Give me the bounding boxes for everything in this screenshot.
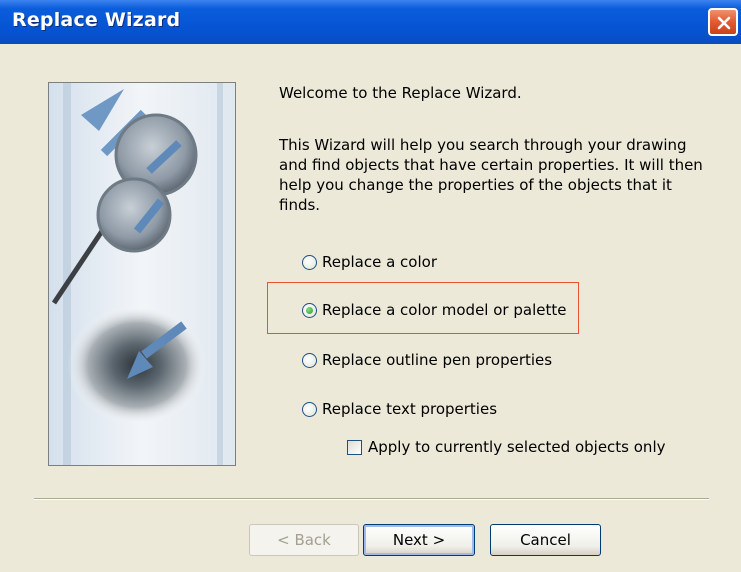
welcome-text: Welcome to the Replace Wizard.	[279, 84, 522, 102]
option-label: Replace a color	[322, 253, 437, 271]
radio-button[interactable]	[302, 352, 317, 368]
option-replace-outline-pen[interactable]: Replace outline pen properties	[302, 349, 552, 371]
checkbox-label: Apply to currently selected objects only	[368, 438, 666, 456]
description-line: help you change the properties of the ob…	[279, 176, 672, 194]
window-title: Replace Wizard	[12, 9, 181, 31]
title-bar[interactable]: Replace Wizard	[0, 0, 741, 44]
option-replace-color[interactable]: Replace a color	[302, 251, 437, 273]
close-button[interactable]	[708, 8, 738, 36]
apply-selected-only-option[interactable]: Apply to currently selected objects only	[347, 436, 666, 458]
next-button[interactable]: Next >	[363, 524, 475, 556]
option-label: Replace outline pen properties	[322, 351, 553, 369]
description-text: This Wizard will help you search through…	[279, 135, 719, 215]
option-label: Replace a color model or palette	[322, 301, 567, 319]
option-replace-text-properties[interactable]: Replace text properties	[302, 398, 497, 420]
divider	[34, 498, 709, 500]
description-line: and find objects that have certain prope…	[279, 156, 703, 174]
radio-button-selected[interactable]	[302, 302, 317, 318]
close-icon	[717, 16, 731, 30]
replace-wizard-dialog: Replace Wizard Welcome to the Replace Wi…	[0, 0, 741, 572]
description-line: finds.	[279, 196, 321, 214]
wizard-illustration	[48, 82, 236, 466]
radio-button[interactable]	[302, 254, 317, 270]
description-line: This Wizard will help you search through…	[279, 136, 687, 154]
option-label: Replace text properties	[322, 400, 498, 418]
cancel-button[interactable]: Cancel	[490, 524, 601, 556]
option-replace-color-model[interactable]: Replace a color model or palette	[302, 299, 566, 321]
radio-button[interactable]	[302, 401, 317, 417]
checkbox[interactable]	[347, 439, 362, 455]
back-button[interactable]: < Back	[249, 524, 359, 556]
